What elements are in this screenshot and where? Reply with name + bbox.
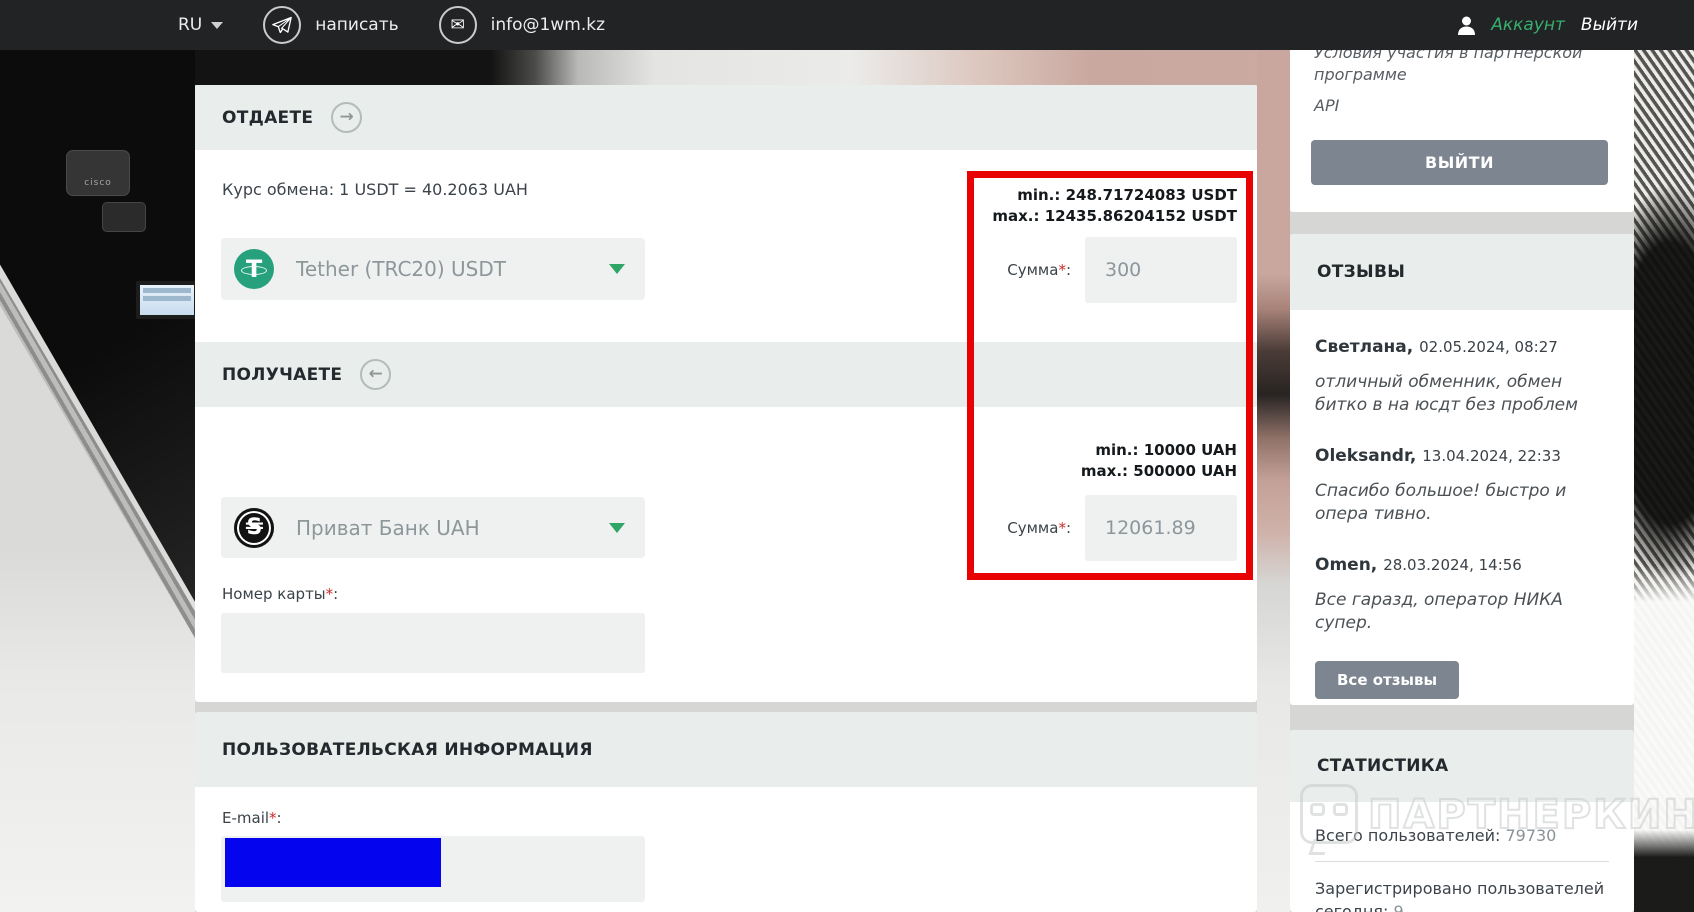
- receive-max: max.: 500000 UAH: [1080, 462, 1237, 480]
- language-selector[interactable]: RU: [178, 15, 224, 35]
- today-users: Зарегистрировано пользователей сегодня: …: [1315, 877, 1609, 912]
- mail-icon[interactable]: ✉: [438, 6, 477, 44]
- telegram-icon[interactable]: [263, 6, 302, 44]
- write-link[interactable]: написать: [315, 15, 398, 35]
- language-label: RU: [178, 15, 203, 35]
- photo-printer-screen: [136, 281, 198, 319]
- required-mark: *: [269, 809, 277, 827]
- give-max: max.: 12435.86204152 USDT: [992, 207, 1237, 225]
- required-mark: *: [1058, 261, 1066, 279]
- give-currency-label: Tether (TRC20) USDT: [296, 257, 506, 281]
- give-amount-input[interactable]: [1085, 237, 1237, 303]
- arrow-left-icon[interactable]: ←: [360, 359, 392, 390]
- background-photo-top: [195, 50, 1290, 85]
- give-amount-row: Сумма*:: [1007, 237, 1237, 303]
- privatbank-icon: ₴: [234, 507, 274, 548]
- reviews-header: ОТЗЫВЫ: [1290, 234, 1634, 310]
- receive-section-header: ПОЛУЧАЕТЕ ←: [195, 342, 1257, 407]
- reviews-title: ОТЗЫВЫ: [1317, 262, 1406, 282]
- review-date: 02.05.2024, 08:27: [1419, 338, 1558, 356]
- api-link[interactable]: API: [1314, 95, 1610, 117]
- background-photo-left: cisco: [0, 0, 198, 912]
- chevron-down-icon: [211, 21, 224, 29]
- photo-mute-button: [102, 202, 146, 232]
- logout-link[interactable]: Выйти: [1581, 15, 1638, 35]
- required-mark: *: [1058, 519, 1066, 537]
- receive-min: min.: 10000 UAH: [1095, 441, 1237, 459]
- user-info-header: ПОЛЬЗОВАТЕЛЬСКАЯ ИНФОРМАЦИЯ: [195, 712, 1257, 787]
- statistics-title: СТАТИСТИКА: [1317, 756, 1449, 776]
- statistics-header: СТАТИСТИКА: [1290, 730, 1634, 802]
- receive-amount-label: Сумма*:: [1007, 519, 1071, 537]
- receive-currency-select[interactable]: ₴ Приват Банк UAH: [221, 497, 645, 558]
- background-photo-right: [1634, 0, 1694, 912]
- give-title: ОТДАЕТЕ: [222, 107, 314, 128]
- all-reviews-button[interactable]: Все отзывы: [1315, 661, 1460, 699]
- user-info-panel: ПОЛЬЗОВАТЕЛЬСКАЯ ИНФОРМАЦИЯ E-mail*:: [195, 712, 1257, 912]
- review-author: Oleksandr, 13.04.2024, 22:33: [1315, 446, 1561, 466]
- give-section-header: ОТДАЕТЕ →: [195, 85, 1257, 150]
- receive-limits: min.: 10000 UAH max.: 500000 UAH: [1081, 440, 1237, 482]
- reviews-list: Светлана, 02.05.2024, 08:27 отличный обм…: [1290, 310, 1634, 699]
- account-link[interactable]: Аккаунт: [1491, 15, 1565, 35]
- statistics-panel: СТАТИСТИКА Всего пользователей: 79730 За…: [1290, 730, 1634, 912]
- tether-icon: T: [234, 249, 274, 289]
- today-users-value: 9: [1393, 902, 1404, 912]
- give-amount-label: Сумма*:: [1007, 261, 1071, 279]
- give-min: min.: 248.71724083 USDT: [1017, 186, 1237, 204]
- email-censor-box: [225, 838, 441, 887]
- chevron-down-icon: [609, 522, 625, 533]
- arrow-right-icon[interactable]: →: [331, 102, 363, 133]
- paper-plane-icon: [272, 16, 293, 34]
- review-date: 28.03.2024, 14:56: [1383, 556, 1522, 574]
- divider: [1315, 861, 1609, 862]
- user-info-title: ПОЛЬЗОВАТЕЛЬСКАЯ ИНФОРМАЦИЯ: [222, 739, 593, 760]
- review-date: 13.04.2024, 22:33: [1422, 447, 1561, 465]
- total-users-value: 79730: [1505, 826, 1557, 845]
- statistics-body: Всего пользователей: 79730 Зарегистриров…: [1290, 802, 1634, 912]
- card-number-input[interactable]: [221, 613, 645, 673]
- card-number-label: Номер карты*:: [222, 585, 339, 603]
- reviews-panel: ОТЗЫВЫ Светлана, 02.05.2024, 08:27 отлич…: [1290, 234, 1634, 705]
- give-limits: min.: 248.71724083 USDT max.: 12435.8620…: [992, 185, 1237, 227]
- review-text: Спасибо большое! быстро и опера тивно.: [1315, 481, 1567, 524]
- photo-cisco-logo: cisco: [66, 150, 130, 196]
- receive-amount-row: Сумма*:: [1007, 495, 1237, 561]
- give-currency-select[interactable]: T Tether (TRC20) USDT: [221, 238, 645, 300]
- logout-button[interactable]: ВЫЙТИ: [1311, 140, 1608, 185]
- background-photo-middle: [1257, 50, 1290, 912]
- receive-title: ПОЛУЧАЕТЕ: [222, 364, 343, 385]
- user-icon: [1458, 16, 1476, 35]
- chevron-down-icon: [609, 264, 625, 274]
- contact-email[interactable]: info@1wm.kz: [491, 15, 605, 35]
- receive-currency-label: Приват Банк UAH: [296, 515, 480, 540]
- exchange-panel: ОТДАЕТЕ → Курс обмена: 1 USDT = 40.2063 …: [195, 85, 1257, 702]
- review-text: Все гаразд, оператор НИКА супер.: [1315, 590, 1563, 633]
- total-users: Всего пользователей: 79730: [1315, 826, 1557, 845]
- receive-amount-input[interactable]: [1085, 495, 1237, 561]
- review-author: Omen, 28.03.2024, 14:56: [1315, 555, 1522, 575]
- review-text: отличный обменник, обмен битко в на юсдт…: [1315, 372, 1578, 415]
- top-bar: RU написать ✉ info@1wm.kz Аккаунт Выйти: [0, 0, 1694, 50]
- review-author: Светлана, 02.05.2024, 08:27: [1315, 337, 1558, 357]
- exchange-rate: Курс обмена: 1 USDT = 40.2063 UAH: [222, 180, 528, 199]
- email-label: E-mail*:: [222, 809, 282, 827]
